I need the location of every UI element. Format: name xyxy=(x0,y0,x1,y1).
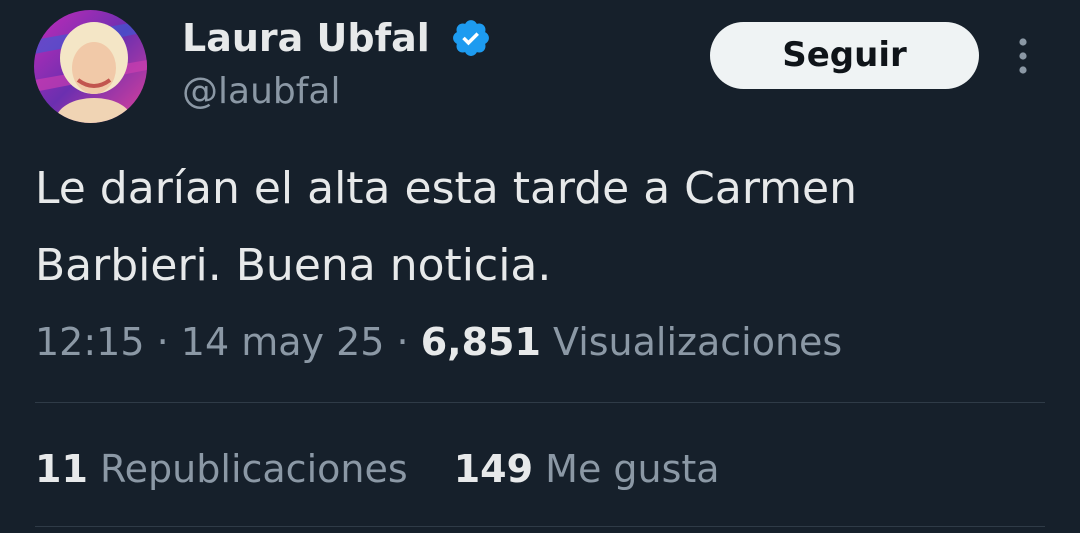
reposts-stat[interactable]: 11 Republicaciones xyxy=(35,443,408,495)
author-handle[interactable]: @laubfal xyxy=(182,68,340,116)
divider xyxy=(35,402,1045,403)
follow-button[interactable]: Seguir xyxy=(710,22,979,89)
views-label: Visualizaciones xyxy=(553,320,843,364)
likes-count: 149 xyxy=(453,447,534,491)
tweet-date[interactable]: 14 may 25 xyxy=(181,320,385,364)
reposts-count: 11 xyxy=(35,447,88,491)
views-count: 6,851 xyxy=(420,320,541,364)
engagement-stats: 11 Republicaciones 149 Me gusta xyxy=(35,443,720,495)
meta-separator: · xyxy=(156,320,169,364)
verified-badge-icon xyxy=(453,20,489,56)
likes-label: Me gusta xyxy=(545,447,720,491)
divider xyxy=(35,526,1045,527)
likes-stat[interactable]: 149 Me gusta xyxy=(454,443,720,495)
tweet-meta: 12:15 · 14 may 25 · 6,851 Visualizacione… xyxy=(35,316,842,368)
reposts-label: Republicaciones xyxy=(99,447,408,491)
meta-separator: · xyxy=(396,320,409,364)
more-vertical-icon[interactable] xyxy=(1006,34,1040,78)
tweet-text: Le darían el alta esta tarde a Carmen Ba… xyxy=(35,163,857,291)
avatar[interactable] xyxy=(34,10,147,123)
tweet-time[interactable]: 12:15 xyxy=(35,320,145,364)
author-display-name[interactable]: Laura Ubfal xyxy=(182,12,430,64)
